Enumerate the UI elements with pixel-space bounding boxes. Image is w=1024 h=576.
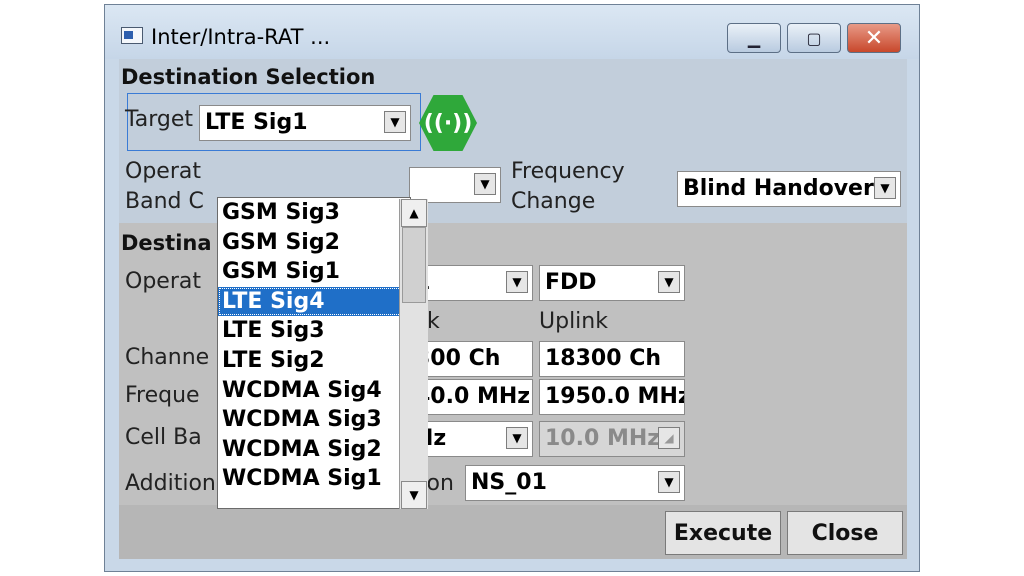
- destination-selection-header: Destination Selection: [121, 65, 376, 89]
- chevron-down-icon[interactable]: ▼: [474, 173, 496, 195]
- chevron-down-icon[interactable]: ▼: [658, 471, 680, 493]
- frequency-label: Freque: [125, 383, 200, 408]
- close-button[interactable]: Close: [787, 511, 903, 555]
- frequency-change-select[interactable]: Blind Handover ▼: [677, 171, 901, 207]
- operating-label: Operat: [125, 269, 201, 294]
- chevron-down-icon[interactable]: ▼: [874, 177, 896, 199]
- band-class-label: Band C: [125, 189, 204, 214]
- minimize-button[interactable]: ▁: [727, 23, 781, 53]
- inter-intra-rat-dialog: Inter/Intra-RAT ... ▁ ▢ ✕ Destination Se…: [104, 4, 920, 572]
- close-window-button[interactable]: ✕: [847, 23, 901, 53]
- dropdown-item[interactable]: WCDMA Sig4: [218, 376, 410, 406]
- chevron-down-icon[interactable]: ▼: [506, 271, 528, 293]
- dialog-body: Destination Selection Target LTE Sig1 ▼ …: [119, 59, 907, 559]
- title-bar[interactable]: Inter/Intra-RAT ... ▁ ▢ ✕: [105, 5, 919, 59]
- uplink-bandwidth-select: 10.0 MHz ◢: [539, 421, 685, 457]
- duplex-mode-value: FDD: [545, 270, 597, 295]
- uplink-header: Uplink: [539, 309, 608, 334]
- frequency-change-value: Blind Handover: [683, 176, 874, 201]
- ase-value: NS_01: [471, 470, 547, 495]
- scrollbar-thumb[interactable]: [402, 227, 426, 303]
- dropdown-item[interactable]: WCDMA Sig1: [218, 464, 410, 494]
- duplex-mode-select[interactable]: FDD ▼: [539, 265, 685, 301]
- additional-spectrum-emission-select[interactable]: NS_01 ▼: [465, 465, 685, 501]
- target-select[interactable]: LTE Sig1 ▼: [199, 105, 411, 141]
- chevron-down-icon[interactable]: ▼: [384, 111, 406, 133]
- chevron-down-icon[interactable]: ▼: [506, 427, 528, 449]
- frequency-change-label: Frequency: [511, 159, 625, 184]
- chevron-down-icon[interactable]: ▼: [658, 271, 680, 293]
- target-dropdown-list[interactable]: GSM Sig3 GSM Sig2 GSM Sig1 LTE Sig4 LTE Sig3…: [217, 197, 411, 509]
- destination-header: Destina: [121, 231, 212, 255]
- cell-bandwidth-label: Cell Ba: [125, 425, 202, 450]
- window-title: Inter/Intra-RAT ...: [151, 25, 331, 49]
- dropdown-item[interactable]: GSM Sig1: [218, 257, 410, 287]
- frequency-change-label-line2: Change: [511, 189, 596, 214]
- dropdown-item[interactable]: LTE Sig4: [218, 286, 410, 317]
- target-label: Target: [125, 107, 194, 132]
- channel-label: Channe: [125, 345, 210, 370]
- maximize-button[interactable]: ▢: [787, 23, 841, 53]
- chevron-down-icon: ◢: [658, 427, 680, 449]
- target-select-value: LTE Sig1: [205, 110, 308, 135]
- uplink-frequency-field[interactable]: 1950.0 MHz: [539, 379, 685, 415]
- dropdown-item[interactable]: WCDMA Sig3: [218, 405, 410, 435]
- dropdown-item[interactable]: GSM Sig3: [218, 198, 410, 228]
- app-icon: [121, 27, 143, 44]
- operating-band-label: Operat: [125, 159, 201, 184]
- scroll-down-icon[interactable]: ▼: [401, 481, 427, 509]
- dropdown-item[interactable]: GSM Sig2: [218, 228, 410, 258]
- scroll-up-icon[interactable]: ▲: [401, 199, 427, 227]
- operating-band-select[interactable]: ▼: [409, 167, 501, 203]
- uplink-bandwidth-value: 10.0 MHz: [545, 426, 661, 451]
- uplink-channel-field[interactable]: 18300 Ch: [539, 341, 685, 377]
- dropdown-item[interactable]: LTE Sig3: [218, 316, 410, 346]
- dropdown-item[interactable]: WCDMA Sig2: [218, 435, 410, 465]
- dropdown-scrollbar[interactable]: ▲ ▼: [399, 199, 428, 509]
- execute-button[interactable]: Execute: [665, 511, 781, 555]
- dropdown-item[interactable]: LTE Sig2: [218, 346, 410, 376]
